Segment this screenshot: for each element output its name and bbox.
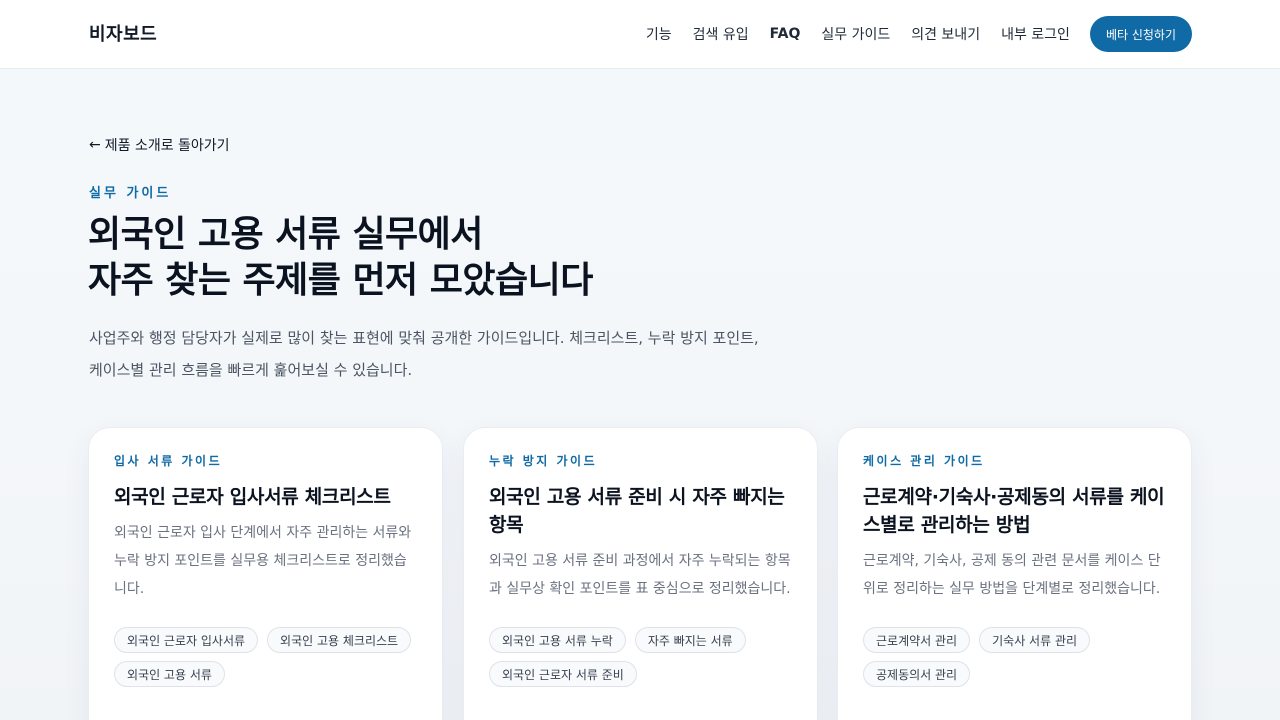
- card-description: 외국인 근로자 입사 단계에서 자주 관리하는 서류와 누락 방지 포인트를 실…: [114, 525, 412, 597]
- tag[interactable]: 외국인 고용 체크리스트: [267, 627, 412, 653]
- nav-practical-guide[interactable]: 실무 가이드: [821, 24, 890, 44]
- tag[interactable]: 근로계약서 관리: [863, 627, 971, 653]
- guide-card-case-management[interactable]: 케이스 관리 가이드 근로계약·기숙사·공제동의 서류를 케이스별로 관리하는 …: [837, 427, 1192, 720]
- tag[interactable]: 외국인 근로자 서류 준비: [489, 661, 637, 687]
- page-title-line-1: 외국인 고용 서류 실무에서: [88, 214, 483, 255]
- nav-internal-login[interactable]: 내부 로그인: [1001, 24, 1070, 44]
- guide-cards: 입사 서류 가이드 외국인 근로자 입사서류 체크리스트 외국인 근로자 입사 …: [88, 427, 1192, 720]
- tag[interactable]: 외국인 근로자 입사서류: [114, 627, 259, 653]
- card-title[interactable]: 근로계약·기숙사·공제동의 서류를 케이스별로 관리하는 방법: [863, 483, 1166, 539]
- beta-signup-button[interactable]: 베타 신청하기: [1089, 16, 1192, 52]
- section-eyebrow: 실무 가이드: [89, 186, 172, 201]
- card-eyebrow: 누락 방지 가이드: [489, 454, 598, 468]
- card-tags: 근로계약서 관리 기숙사 서류 관리 공제동의서 관리: [863, 627, 1168, 687]
- arrow-left-icon: ←: [89, 137, 101, 153]
- page-intro-line-2: 케이스별 관리 흐름을 빠르게 훑어보실 수 있습니다.: [89, 361, 413, 379]
- card-title[interactable]: 외국인 근로자 입사서류 체크리스트: [114, 483, 417, 511]
- tag[interactable]: 공제동의서 관리: [863, 661, 971, 687]
- back-link-label: 제품 소개로 돌아가기: [104, 138, 230, 154]
- card-eyebrow: 케이스 관리 가이드: [863, 454, 985, 468]
- nav-send-feedback[interactable]: 의견 보내기: [911, 24, 980, 44]
- card-eyebrow: 입사 서류 가이드: [114, 454, 223, 468]
- card-tags: 외국인 근로자 입사서류 외국인 고용 체크리스트 외국인 고용 서류: [114, 627, 419, 687]
- back-to-product-link[interactable]: ← 제품 소개로 돌아가기: [89, 135, 230, 155]
- tag[interactable]: 외국인 고용 서류: [114, 661, 225, 687]
- guide-card-omission[interactable]: 누락 방지 가이드 외국인 고용 서류 준비 시 자주 빠지는 항목 외국인 고…: [463, 427, 818, 720]
- brand-logo[interactable]: 비자보드: [89, 20, 157, 46]
- main-nav: 기능 검색 유입 FAQ 실무 가이드 의견 보내기 내부 로그인 베타 신청하…: [646, 16, 1192, 52]
- nav-features[interactable]: 기능: [646, 24, 672, 44]
- page-intro: 사업주와 행정 담당자가 실제로 많이 찾는 표현에 맞춰 공개한 가이드입니다…: [89, 322, 869, 386]
- tag[interactable]: 자주 빠지는 서류: [634, 627, 746, 653]
- site-header: 비자보드 기능 검색 유입 FAQ 실무 가이드 의견 보내기 내부 로그인 베…: [0, 0, 1280, 69]
- card-description: 근로계약, 기숙사, 공제 동의 관련 문서를 케이스 단위로 정리하는 실무 …: [863, 553, 1161, 597]
- page-title-line-2: 자주 찾는 주제를 먼저 모았습니다: [88, 260, 593, 301]
- page-intro-line-1: 사업주와 행정 담당자가 실제로 많이 찾는 표현에 맞춰 공개한 가이드입니다…: [89, 329, 759, 347]
- page-title: 외국인 고용 서류 실무에서 자주 찾는 주제를 먼저 모았습니다: [88, 212, 848, 304]
- tag[interactable]: 기숙사 서류 관리: [979, 627, 1091, 653]
- card-description: 외국인 고용 서류 준비 과정에서 자주 누락되는 항목과 실무상 확인 포인트…: [489, 553, 791, 597]
- card-tags: 외국인 고용 서류 누락 자주 빠지는 서류 외국인 근로자 서류 준비: [489, 627, 794, 687]
- guide-card-onboarding[interactable]: 입사 서류 가이드 외국인 근로자 입사서류 체크리스트 외국인 근로자 입사 …: [88, 427, 443, 720]
- nav-search-traffic[interactable]: 검색 유입: [693, 24, 749, 44]
- card-title[interactable]: 외국인 고용 서류 준비 시 자주 빠지는 항목: [489, 483, 792, 539]
- tag[interactable]: 외국인 고용 서류 누락: [489, 627, 626, 653]
- nav-faq[interactable]: FAQ: [770, 26, 801, 42]
